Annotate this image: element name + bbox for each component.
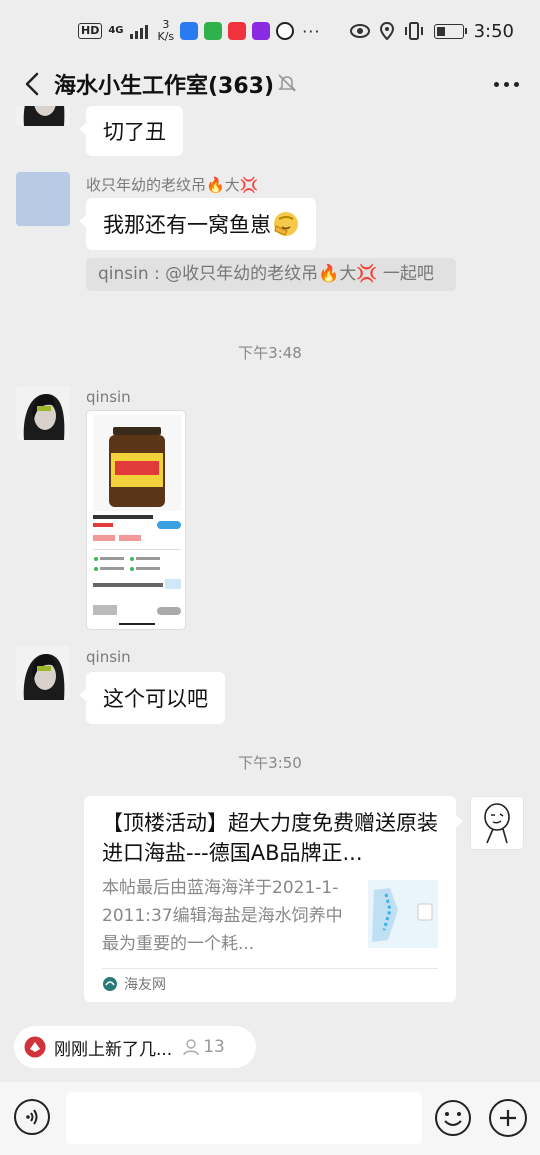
doodle-face-icon — [484, 803, 510, 844]
more-menu-button[interactable] — [486, 68, 526, 100]
net-speed: 3 K/s — [158, 19, 175, 43]
back-arrow-icon — [25, 72, 39, 96]
card-description: 本帖最后由蓝海海洋于2021-1-2011:37编辑海盐是海水饲养中最为重要的一… — [102, 878, 343, 954]
card-title: 【顶楼活动】超大力度免费赠送原装进口海盐---德国AB品牌正... — [102, 811, 438, 865]
source-logo-icon — [103, 977, 117, 991]
chat-list[interactable]: 切了丑 收只年幼的老纹吊🔥大💢 我那还有一窝鱼崽 qinsin : @收只年幼的… — [0, 106, 540, 1014]
input-bar — [0, 1082, 540, 1155]
timestamp: 下午3:48 — [238, 344, 302, 362]
plus-icon — [500, 1110, 516, 1126]
emoji-button[interactable] — [434, 1099, 472, 1137]
battery-icon — [433, 23, 467, 39]
hd-badge: HD — [78, 23, 103, 39]
signal-icon — [129, 23, 148, 39]
notice-count-value: 13 — [203, 1037, 225, 1057]
eye-icon — [349, 24, 370, 38]
sender-name: 收只年幼的老纹吊🔥大💢 — [86, 176, 259, 194]
card-source: 海友网 — [102, 974, 166, 994]
message-text: 我那还有一窝鱼崽 — [103, 213, 271, 237]
facepalm-emoji-icon — [274, 212, 298, 236]
more-notifications: ··· — [302, 21, 321, 41]
vibrate-icon — [404, 22, 423, 40]
avatar-qinsin[interactable] — [16, 386, 70, 440]
link-card[interactable]: 【顶楼活动】超大力度免费赠送原装进口海盐---德国AB品牌正... 本帖最后由蓝… — [84, 796, 463, 1002]
title-bar: 海水小生工作室(363) — [0, 62, 540, 106]
net-speed-unit: K/s — [157, 30, 175, 43]
mute-bell-icon — [278, 74, 296, 92]
quoted-reply[interactable]: qinsin : @收只年幼的老纹吊🔥大💢 一起吧 — [86, 258, 456, 291]
group-app-icon — [24, 1036, 46, 1058]
network-type: 4G — [108, 25, 124, 36]
qq-penguin-icon — [276, 22, 295, 40]
qq-browser-icon — [180, 22, 199, 40]
card-source-name: 海友网 — [124, 977, 166, 993]
timestamp: 下午3:50 — [238, 754, 302, 772]
card-thumbnail — [368, 880, 438, 948]
group-notice-pill[interactable]: 刚刚上新了几... 13 — [14, 1026, 256, 1068]
back-button[interactable] — [14, 66, 50, 102]
avatar-qinsin[interactable] — [16, 646, 70, 700]
clock: 3:50 — [473, 20, 514, 42]
person-icon — [183, 1039, 199, 1056]
avatar-user[interactable] — [16, 172, 70, 226]
message-text: 这个可以吧 — [103, 687, 208, 711]
notice-count: 13 — [182, 1037, 225, 1057]
image-message[interactable] — [86, 410, 186, 630]
avatar-qinsin[interactable] — [16, 106, 70, 126]
status-bar: HD 4G 3 K/s ··· 3:50 — [0, 0, 540, 62]
app-red-icon — [228, 22, 247, 40]
smiley-icon — [435, 1100, 471, 1136]
location-icon — [379, 22, 394, 40]
message-text: 切了丑 — [103, 120, 166, 144]
sender-name: qinsin — [86, 648, 131, 666]
voice-button[interactable] — [14, 1099, 50, 1135]
message-bubble[interactable]: 切了丑 — [79, 106, 183, 156]
message-input[interactable] — [66, 1092, 422, 1144]
avatar-self[interactable] — [470, 796, 524, 850]
voice-icon — [26, 1109, 38, 1125]
app-purple-icon — [252, 22, 271, 40]
sender-name: qinsin — [86, 388, 131, 406]
chat-title: 海水小生工作室(363) — [54, 74, 275, 99]
message-bubble[interactable]: 这个可以吧 — [79, 672, 225, 724]
notice-text: 刚刚上新了几... — [54, 1039, 173, 1060]
taobao-icon — [204, 22, 223, 40]
product-screenshot — [87, 411, 185, 629]
plus-button[interactable] — [489, 1099, 527, 1137]
message-bubble[interactable]: 我那还有一窝鱼崽 — [79, 198, 316, 250]
